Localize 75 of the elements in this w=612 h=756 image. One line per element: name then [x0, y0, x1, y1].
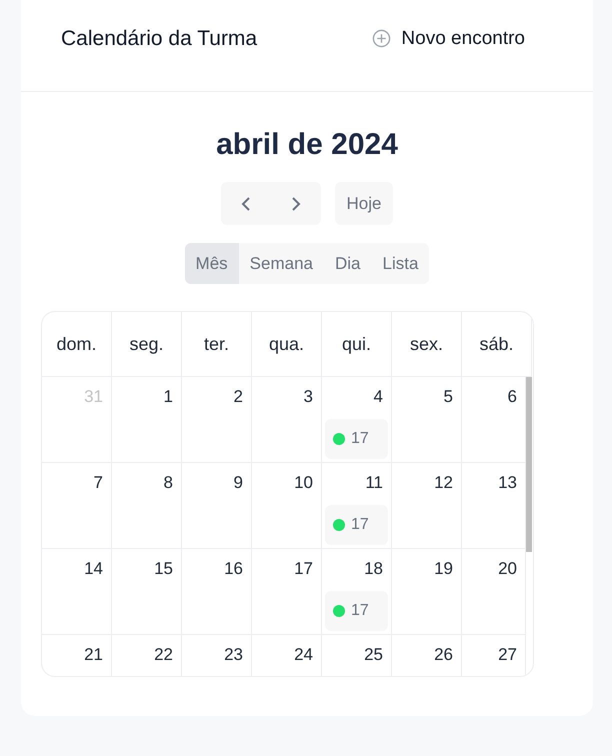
weekday-header: seg. — [112, 312, 182, 377]
day-cell[interactable]: 3 — [252, 377, 322, 463]
day-cell[interactable]: 12 — [392, 463, 462, 549]
weekday-header: ter. — [182, 312, 252, 377]
day-number: 13 — [498, 473, 517, 493]
weekday-header: qua. — [252, 312, 322, 377]
day-number: 10 — [294, 473, 313, 493]
day-cell[interactable]: 27 — [462, 635, 526, 676]
day-cell[interactable]: 19 — [392, 549, 462, 635]
today-button[interactable]: Hoje — [334, 182, 394, 225]
day-number: 20 — [498, 559, 517, 579]
day-number: 2 — [234, 387, 243, 407]
day-cell[interactable]: 11 17 — [322, 463, 392, 549]
day-cell[interactable]: 5 — [392, 377, 462, 463]
day-cell[interactable]: 17 — [252, 549, 322, 635]
day-number: 7 — [94, 473, 103, 493]
day-number: 21 — [84, 645, 103, 665]
day-number: 8 — [164, 473, 173, 493]
view-tab[interactable]: Semana — [238, 243, 324, 284]
day-cell[interactable]: 14 — [42, 549, 112, 635]
view-tab[interactable]: Lista — [372, 243, 430, 284]
day-cell[interactable]: 15 — [112, 549, 182, 635]
view-tab[interactable]: Mês — [184, 243, 239, 284]
day-cell[interactable]: 18 17 — [322, 549, 392, 635]
weekday-header: qui. — [322, 312, 392, 377]
day-number: 12 — [434, 473, 453, 493]
weekday-header: sáb. — [462, 312, 532, 377]
day-number: 26 — [434, 645, 453, 665]
day-number: 6 — [508, 387, 517, 407]
day-number: 1 — [164, 387, 173, 407]
day-cell[interactable]: 24 — [252, 635, 322, 676]
scrollbar[interactable] — [526, 377, 532, 552]
chevron-right-icon — [290, 196, 301, 212]
chevron-left-icon — [240, 196, 251, 212]
weekday-header: dom. — [42, 312, 112, 377]
new-meeting-button[interactable]: Novo encontro — [372, 28, 525, 50]
day-number: 31 — [84, 387, 103, 407]
event-chip[interactable]: 17 — [325, 419, 388, 459]
day-cell[interactable]: 2 — [182, 377, 252, 463]
event-chip[interactable]: 17 — [325, 505, 388, 545]
day-number: 27 — [498, 645, 517, 665]
day-cell[interactable]: 25 — [322, 635, 392, 676]
day-cell[interactable]: 20 — [462, 549, 526, 635]
page-title: Calendário da Turma — [61, 26, 258, 50]
day-number: 9 — [234, 473, 243, 493]
day-number: 18 — [364, 559, 383, 579]
day-cell[interactable]: 21 — [42, 635, 112, 676]
day-cell[interactable]: 4 17 — [322, 377, 392, 463]
day-number: 5 — [444, 387, 453, 407]
day-number: 24 — [294, 645, 313, 665]
day-cell[interactable]: 10 — [252, 463, 322, 549]
day-cell[interactable]: 16 — [182, 549, 252, 635]
day-cell[interactable]: 22 — [112, 635, 182, 676]
day-cell[interactable]: 8 — [112, 463, 182, 549]
day-number: 16 — [224, 559, 243, 579]
day-cell[interactable]: 26 — [392, 635, 462, 676]
month-title: abril de 2024 — [216, 128, 398, 162]
day-number: 23 — [224, 645, 243, 665]
day-number: 22 — [154, 645, 173, 665]
plus-circle-icon — [372, 29, 392, 48]
day-cell[interactable]: 9 — [182, 463, 252, 549]
day-number: 19 — [434, 559, 453, 579]
day-number: 14 — [84, 559, 103, 579]
day-number: 11 — [365, 473, 383, 493]
day-number: 17 — [294, 559, 313, 579]
view-tab[interactable]: Dia — [324, 243, 372, 284]
day-cell[interactable]: 23 — [182, 635, 252, 676]
event-chip[interactable]: 17 — [325, 591, 388, 631]
day-cell[interactable]: 7 — [42, 463, 112, 549]
weekday-header: sex. — [392, 312, 462, 377]
day-cell[interactable]: 1 — [112, 377, 182, 463]
day-number: 4 — [374, 387, 383, 407]
day-number: 25 — [364, 645, 383, 665]
day-number: 3 — [304, 387, 313, 407]
day-number: 15 — [154, 559, 173, 579]
